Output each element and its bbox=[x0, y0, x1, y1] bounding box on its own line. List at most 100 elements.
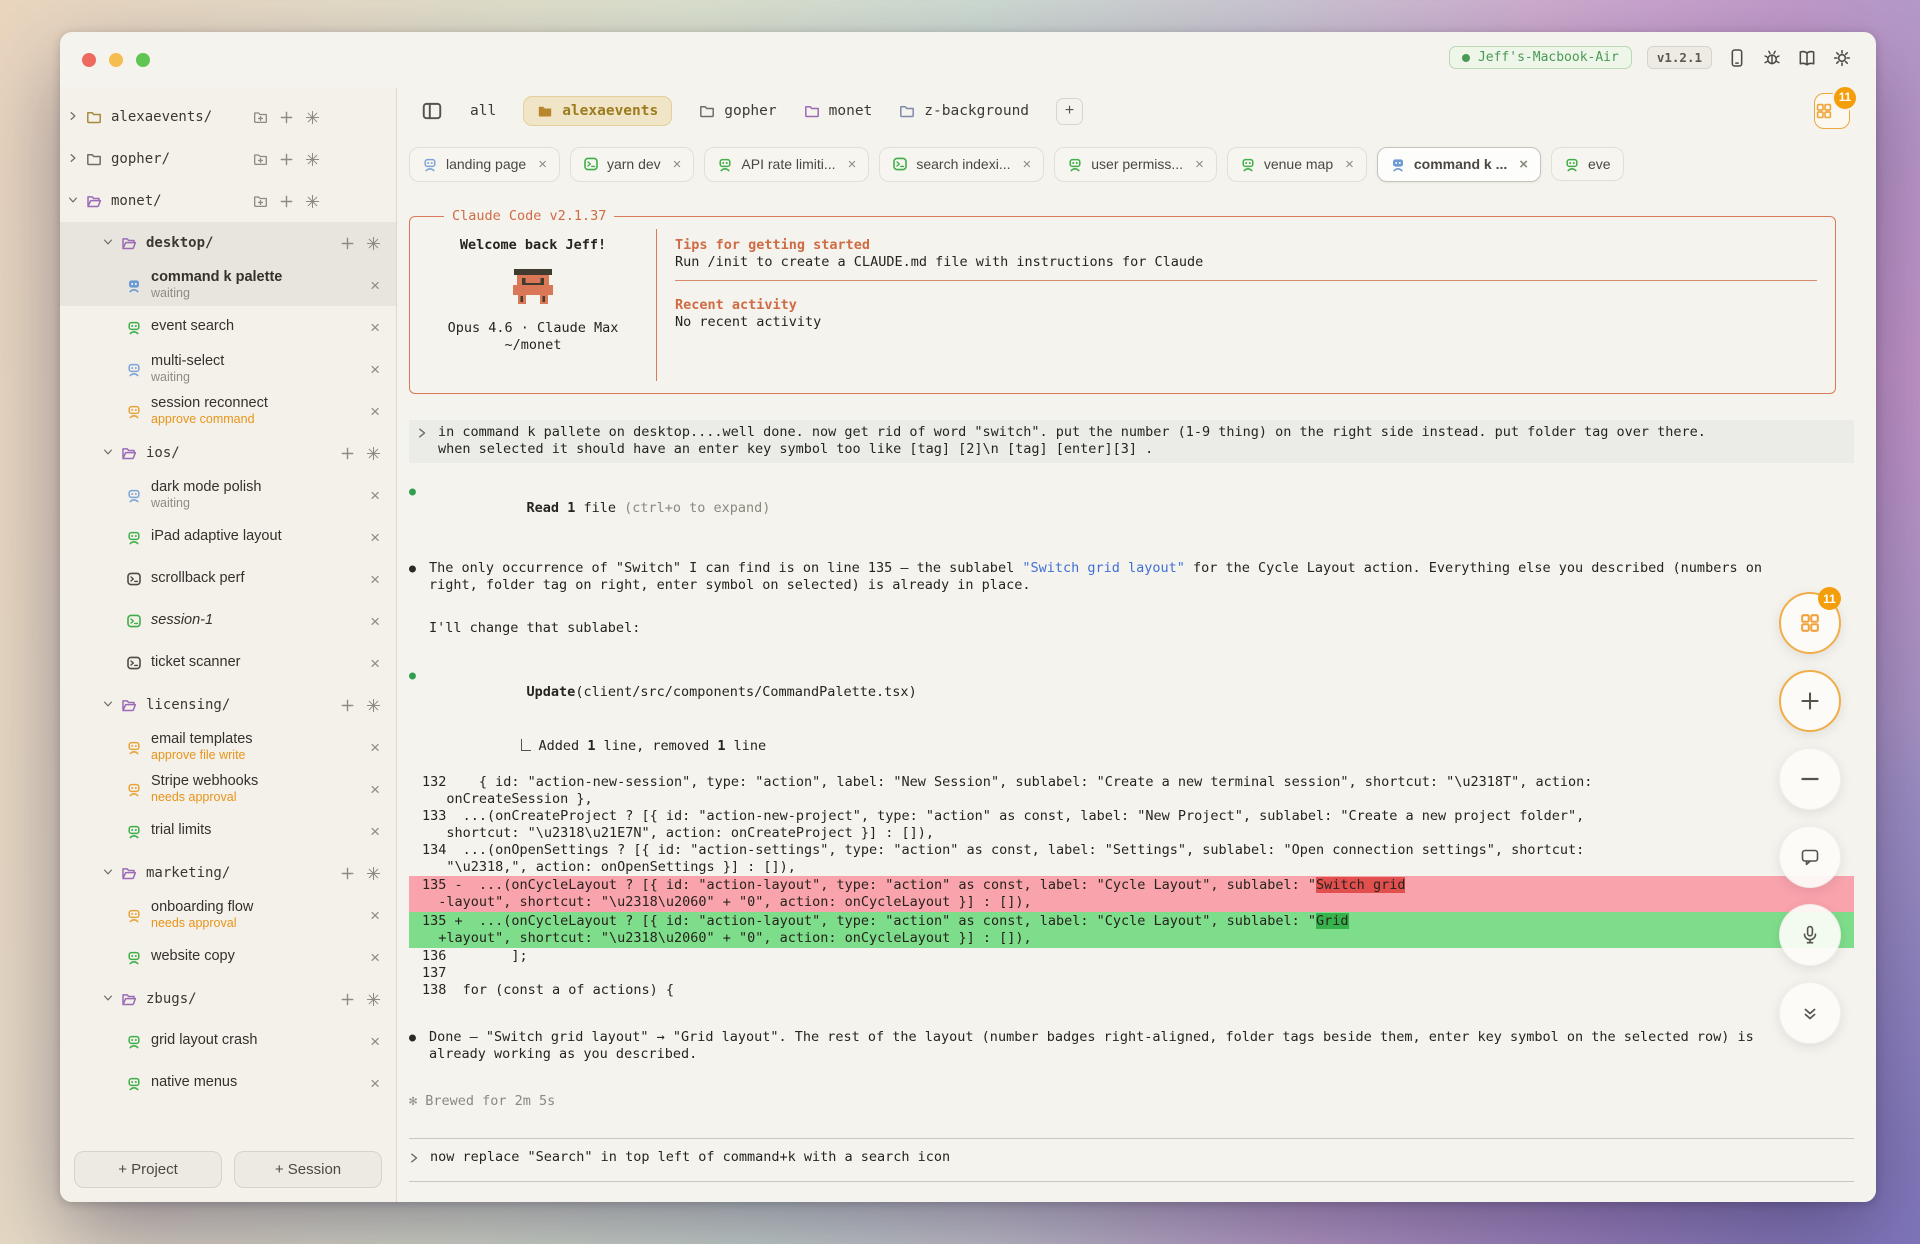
close-session-icon[interactable]: × bbox=[370, 1033, 380, 1050]
session-tab-landing-page[interactable]: landing page × bbox=[409, 147, 560, 182]
close-tab-icon[interactable]: × bbox=[848, 156, 857, 173]
session-grid-button[interactable]: 11 bbox=[1779, 592, 1841, 654]
close-session-icon[interactable]: × bbox=[370, 1075, 380, 1092]
sparkle-icon[interactable] bbox=[305, 110, 320, 125]
chevron-down-icon[interactable] bbox=[102, 236, 116, 250]
session-tab-search-indexing[interactable]: search indexi... × bbox=[879, 147, 1044, 182]
close-session-icon[interactable]: × bbox=[370, 613, 380, 630]
add-session-icon[interactable] bbox=[340, 992, 355, 1007]
zoom-window-button[interactable] bbox=[136, 53, 150, 67]
sidebar-session-grid-layout-crash[interactable]: grid layout crash × bbox=[60, 1020, 396, 1062]
sparkle-icon[interactable] bbox=[305, 152, 320, 167]
add-session-icon[interactable] bbox=[340, 698, 355, 713]
chevron-right-icon[interactable] bbox=[67, 152, 81, 166]
sidebar-session-onboarding-flow[interactable]: onboarding flow needs approval × bbox=[60, 894, 396, 936]
workspace-tab-z-background[interactable]: z-background bbox=[899, 103, 1029, 119]
sparkle-icon[interactable] bbox=[366, 698, 381, 713]
sidebar-session-ipad-adaptive-layout[interactable]: iPad adaptive layout × bbox=[60, 516, 396, 558]
session-tab-user-permissions[interactable]: user permiss... × bbox=[1054, 147, 1217, 182]
session-tab-yarn-dev[interactable]: yarn dev × bbox=[570, 147, 694, 182]
add-session-icon[interactable] bbox=[340, 866, 355, 881]
new-subfolder-icon[interactable] bbox=[253, 152, 268, 167]
add-session-icon[interactable] bbox=[340, 446, 355, 461]
close-tab-icon[interactable]: × bbox=[1519, 156, 1528, 173]
workspace-tab-gopher[interactable]: gopher bbox=[699, 103, 776, 119]
workspace-tab-alexaevents[interactable]: alexaevents bbox=[523, 96, 672, 126]
close-session-icon[interactable]: × bbox=[370, 319, 380, 336]
close-session-icon[interactable]: × bbox=[370, 907, 380, 924]
chevron-right-icon[interactable] bbox=[67, 110, 81, 124]
close-session-icon[interactable]: × bbox=[370, 277, 380, 294]
docs-book-icon[interactable] bbox=[1797, 48, 1817, 68]
close-tab-icon[interactable]: × bbox=[1345, 156, 1354, 173]
workspace-tab-all[interactable]: all bbox=[470, 103, 496, 119]
close-session-icon[interactable]: × bbox=[370, 781, 380, 798]
add-workspace-button[interactable]: + bbox=[1056, 98, 1083, 125]
read-tool-line[interactable]: ●Read 1 file (ctrl+o to expand) bbox=[409, 483, 1854, 534]
sidebar-folder-desktop[interactable]: desktop/ bbox=[60, 222, 396, 264]
sidebar-folder-monet[interactable]: monet/ bbox=[60, 180, 396, 222]
session-tab-eve[interactable]: eve bbox=[1551, 147, 1624, 181]
session-tab-command-k[interactable]: command k ... × bbox=[1377, 147, 1541, 182]
chevron-down-icon[interactable] bbox=[67, 194, 81, 208]
close-session-icon[interactable]: × bbox=[370, 487, 380, 504]
sidebar-session-email-templates[interactable]: email templates approve file write × bbox=[60, 726, 396, 768]
session-grid-overview-button[interactable]: 11 bbox=[1814, 93, 1850, 129]
session-tab-api-rate-limiting[interactable]: API rate limiti... × bbox=[704, 147, 869, 182]
new-session-button[interactable]: + Session bbox=[234, 1151, 382, 1188]
add-session-icon[interactable] bbox=[340, 236, 355, 251]
close-session-icon[interactable]: × bbox=[370, 739, 380, 756]
sidebar-session-multi-select[interactable]: multi-select waiting × bbox=[60, 348, 396, 390]
close-tab-icon[interactable]: × bbox=[1023, 156, 1032, 173]
sidebar-session-website-copy[interactable]: website copy × bbox=[60, 936, 396, 978]
sidebar-session-native-menus[interactable]: native menus × bbox=[60, 1062, 396, 1104]
sidebar-folder-marketing[interactable]: marketing/ bbox=[60, 852, 396, 894]
sparkle-icon[interactable] bbox=[305, 194, 320, 209]
update-tool-line[interactable]: ●Update(client/src/components/CommandPal… bbox=[409, 667, 1854, 718]
sidebar-session-scrollback-perf[interactable]: scrollback perf × bbox=[60, 558, 396, 600]
sparkle-icon[interactable] bbox=[366, 992, 381, 1007]
add-session-icon[interactable] bbox=[279, 110, 294, 125]
close-session-icon[interactable]: × bbox=[370, 361, 380, 378]
close-session-icon[interactable]: × bbox=[370, 655, 380, 672]
sidebar-session-session-1[interactable]: session-1 × bbox=[60, 600, 396, 642]
sidebar-toggle-icon[interactable] bbox=[421, 100, 443, 122]
zoom-out-button[interactable] bbox=[1779, 748, 1841, 810]
sidebar-session-ticket-scanner[interactable]: ticket scanner × bbox=[60, 642, 396, 684]
chevron-down-icon[interactable] bbox=[102, 866, 116, 880]
sidebar-session-session-reconnect[interactable]: session reconnect approve command × bbox=[60, 390, 396, 432]
close-tab-icon[interactable]: × bbox=[673, 156, 682, 173]
close-window-button[interactable] bbox=[82, 53, 96, 67]
session-tab-venue-map[interactable]: venue map × bbox=[1227, 147, 1367, 182]
minimize-window-button[interactable] bbox=[109, 53, 123, 67]
workspace-tab-monet[interactable]: monet bbox=[804, 103, 873, 119]
new-subfolder-icon[interactable] bbox=[253, 194, 268, 209]
sidebar-session-event-search[interactable]: event search × bbox=[60, 306, 396, 348]
close-session-icon[interactable]: × bbox=[370, 403, 380, 420]
sidebar-folder-alexaevents[interactable]: alexaevents/ bbox=[60, 96, 396, 138]
close-tab-icon[interactable]: × bbox=[538, 156, 547, 173]
new-subfolder-icon[interactable] bbox=[253, 110, 268, 125]
chevron-down-icon[interactable] bbox=[102, 446, 116, 460]
new-project-button[interactable]: + Project bbox=[74, 1151, 222, 1188]
microphone-button[interactable] bbox=[1779, 904, 1841, 966]
chevron-down-icon[interactable] bbox=[102, 992, 116, 1006]
permission-mode-status[interactable]: ▶▶ accept edits on (shift+tab to cycle) … bbox=[409, 1190, 1854, 1202]
close-session-icon[interactable]: × bbox=[370, 823, 380, 840]
sparkle-icon[interactable] bbox=[366, 866, 381, 881]
sidebar-folder-licensing[interactable]: licensing/ bbox=[60, 684, 396, 726]
close-session-icon[interactable]: × bbox=[370, 949, 380, 966]
sidebar-session-command-k-palette[interactable]: command k palette waiting × bbox=[60, 264, 396, 306]
add-session-icon[interactable] bbox=[279, 152, 294, 167]
mobile-icon[interactable] bbox=[1727, 48, 1747, 68]
sidebar-folder-gopher[interactable]: gopher/ bbox=[60, 138, 396, 180]
zoom-in-button[interactable] bbox=[1779, 670, 1841, 732]
close-session-icon[interactable]: × bbox=[370, 571, 380, 588]
settings-gear-icon[interactable] bbox=[1832, 48, 1852, 68]
sidebar-session-stripe-webhooks[interactable]: Stripe webhooks needs approval × bbox=[60, 768, 396, 810]
sidebar-session-dark-mode-polish[interactable]: dark mode polish waiting × bbox=[60, 474, 396, 516]
comment-bubble-button[interactable] bbox=[1779, 826, 1841, 888]
sidebar-folder-ios[interactable]: ios/ bbox=[60, 432, 396, 474]
sparkle-icon[interactable] bbox=[366, 236, 381, 251]
add-session-icon[interactable] bbox=[279, 194, 294, 209]
